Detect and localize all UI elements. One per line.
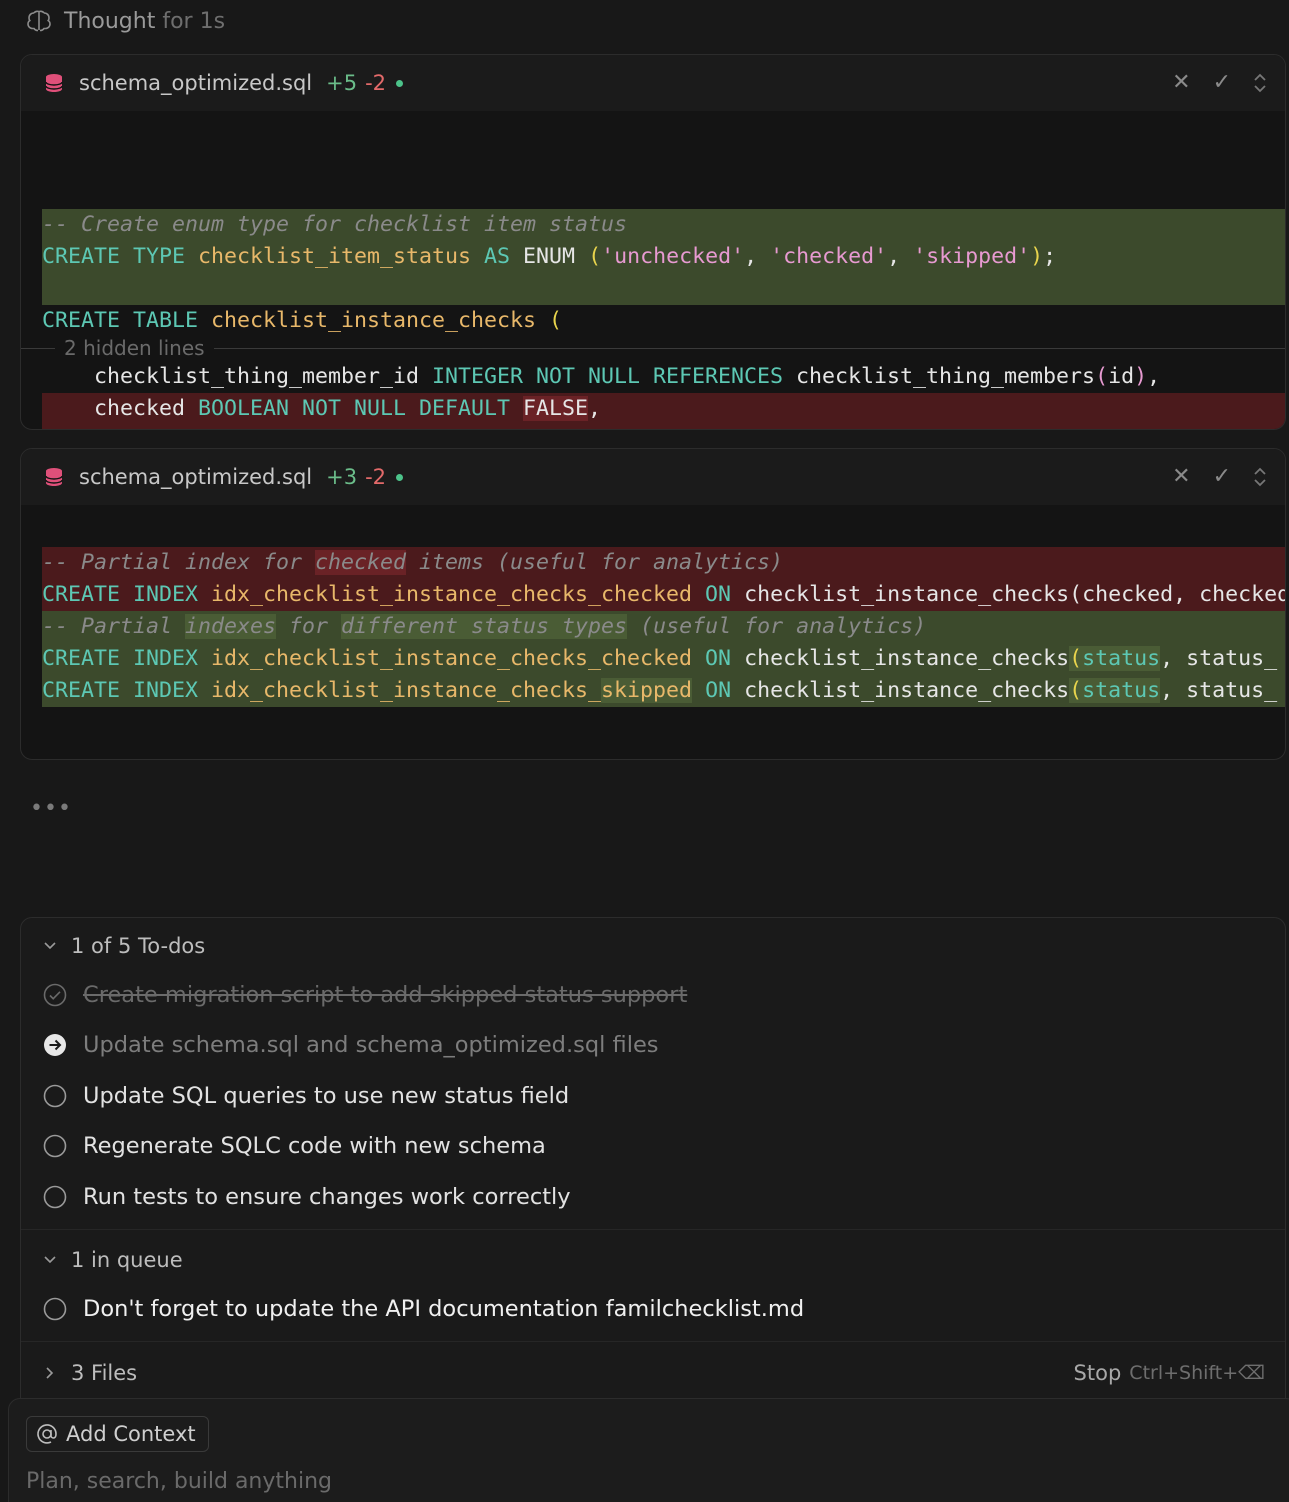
divider [21,1229,1285,1230]
todo-item[interactable]: Update SQL queries to use new status fie… [43,1079,569,1113]
queue-item[interactable]: Don't forget to update the API documenta… [43,1292,804,1326]
additions-count: +3 [326,465,358,489]
code-line: -- Partial indexes for different status … [42,611,1285,643]
composer: Add Context Plan, search, build anything [8,1398,1289,1502]
code-line: CREATE INDEX idx_checklist_instance_chec… [42,643,1285,675]
todo-text: Create migration script to add skipped s… [83,982,688,1008]
queue-header-label: 1 in queue [71,1248,183,1272]
todo-item[interactable]: Create migration script to add skipped s… [43,978,687,1012]
stop-button[interactable]: Stop Ctrl+Shift+⌫ [1074,1357,1265,1389]
code-line: checked_at TIMESTAMP, [42,425,1285,429]
chat-input[interactable]: Plan, search, build anything [26,1469,332,1494]
unsaved-dot [396,473,404,481]
brain-icon [27,10,51,32]
diff-filename[interactable]: schema_optimized.sql [79,71,312,95]
expand-icon[interactable] [1253,466,1267,488]
code-line: CREATE INDEX idx_checklist_instance_chec… [42,579,1285,611]
todos-header-label: 1 of 5 To-dos [71,934,206,958]
todo-item[interactable]: Regenerate SQLC code with new schema [43,1129,546,1163]
additions-count: +5 [326,71,358,95]
code-line: CREATE TABLE checklist_instance_checks ( [42,308,563,333]
chevron-right-icon [46,1367,54,1379]
todo-panel: 1 of 5 To-dos Create migration script to… [20,917,1286,1417]
code-line: -- Partial index for checked items (usef… [42,547,1285,579]
hidden-lines-label[interactable]: 2 hidden lines [55,335,214,361]
diff-panel-header[interactable]: schema_optimized.sql +3 -2 ✕ ✓ [21,449,1285,505]
diff-panel-header[interactable]: schema_optimized.sql +5 -2 ✕ ✓ [21,55,1285,111]
empty-circle-icon [43,1185,67,1209]
add-context-label: Add Context [66,1422,196,1446]
hidden-lines-separator[interactable]: 2 hidden lines [21,335,1285,361]
expand-icon[interactable] [1253,72,1267,94]
code-line: CREATE INDEX idx_checklist_instance_chec… [42,675,1285,707]
database-icon [45,74,63,92]
arrow-right-circle-icon [44,1034,66,1056]
database-icon [45,468,63,486]
more-icon[interactable]: ••• [30,796,72,821]
todo-text: Run tests to ensure changes work correct… [83,1184,571,1210]
reject-icon[interactable]: ✕ [1172,466,1190,488]
stop-label: Stop [1073,1361,1122,1385]
todo-text: Regenerate SQLC code with new schema [83,1133,546,1159]
todos-header[interactable]: 1 of 5 To-dos [43,930,205,962]
thought-label: Thought [64,8,156,34]
check-circle-icon [43,983,67,1007]
todo-text: Update schema.sql and schema_optimized.s… [83,1032,659,1058]
code-line: CREATE TYPE checklist_item_status AS ENU… [42,241,1285,273]
add-context-button[interactable]: Add Context [26,1416,209,1452]
empty-circle-icon [43,1297,67,1321]
diff-panel-2: schema_optimized.sql +3 -2 ✕ ✓ -- Partia… [20,448,1286,760]
diff-panel-1: schema_optimized.sql +5 -2 ✕ ✓ -- Create… [20,54,1286,430]
todo-item[interactable]: Update schema.sql and schema_optimized.s… [43,1028,659,1062]
todo-item[interactable]: Run tests to ensure changes work correct… [43,1180,571,1214]
at-icon [37,1424,57,1444]
queue-header[interactable]: 1 in queue [43,1244,183,1276]
accept-icon[interactable]: ✓ [1213,466,1231,488]
deletions-count: -2 [365,71,387,95]
code-line: checked BOOLEAN NOT NULL DEFAULT FALSE, [42,393,1285,425]
empty-circle-icon [43,1134,67,1158]
todo-text: Update SQL queries to use new status fie… [83,1083,570,1109]
divider [21,1341,1285,1342]
empty-circle-icon [43,1084,67,1108]
deletions-count: -2 [365,465,387,489]
thought-duration: for 1s [162,8,226,34]
files-header-label: 3 Files [71,1361,138,1385]
thought-header[interactable]: Thought for 1s [26,6,225,36]
reject-icon[interactable]: ✕ [1172,72,1190,94]
code-line: checklist_thing_member_id INTEGER NOT NU… [42,364,1161,389]
code-line: -- Create enum type for checklist item s… [42,209,1285,241]
queue-text: Don't forget to update the API documenta… [83,1296,805,1322]
code-line [42,273,1285,305]
files-header[interactable]: 3 Files [43,1357,137,1389]
stop-shortcut: Ctrl+Shift+⌫ [1129,1362,1265,1384]
accept-icon[interactable]: ✓ [1213,72,1231,94]
unsaved-dot [396,79,404,87]
chevron-down-icon [44,1256,56,1264]
diff-filename[interactable]: schema_optimized.sql [79,465,312,489]
chevron-down-icon [44,942,56,950]
